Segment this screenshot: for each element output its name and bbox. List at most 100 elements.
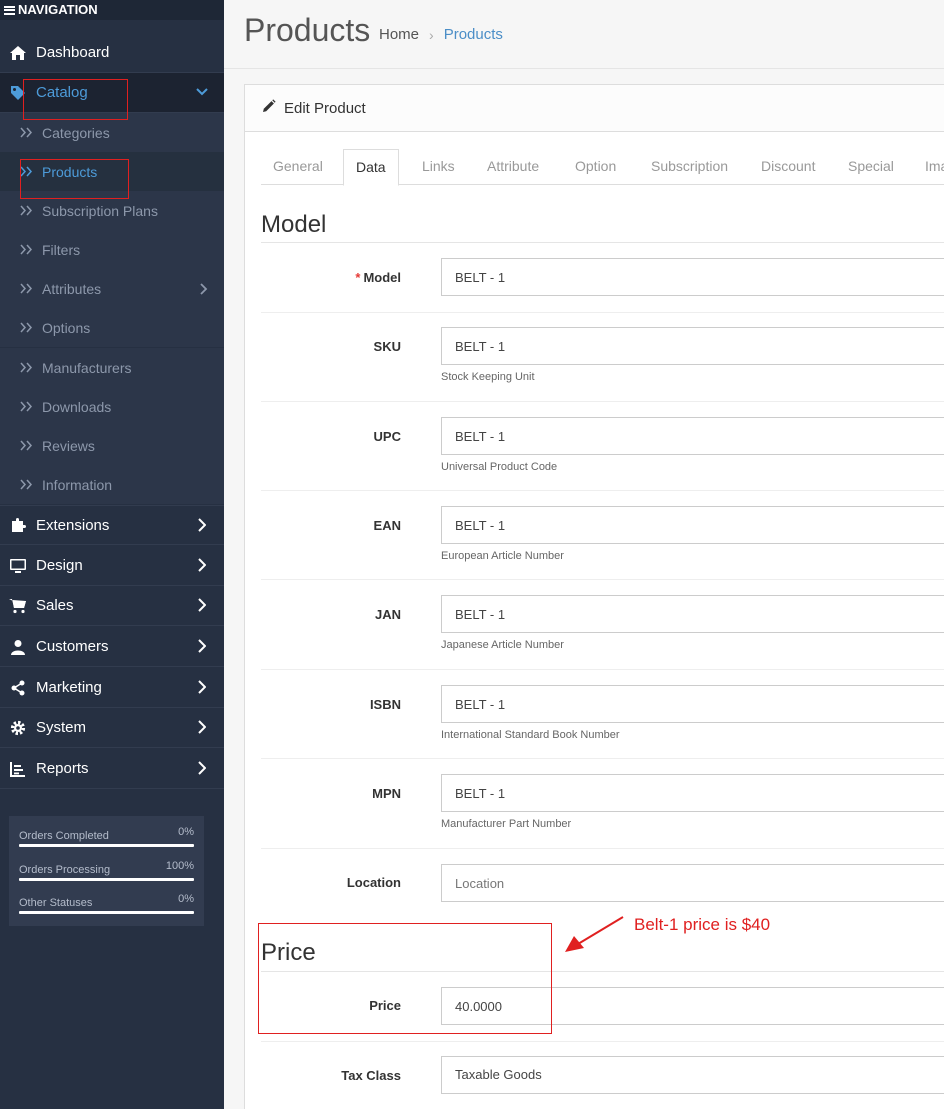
sidebar-subitem-options[interactable]: Options xyxy=(0,308,224,347)
ean-help-text: European Article Number xyxy=(441,550,564,562)
chevron-right-icon xyxy=(198,639,207,657)
sidebar-item-dashboard[interactable]: Dashboard xyxy=(0,33,224,73)
tab-discount[interactable]: Discount xyxy=(749,149,827,185)
divider xyxy=(224,68,944,69)
tab-data[interactable]: Data xyxy=(343,149,399,186)
breadcrumb-separator-icon: › xyxy=(429,26,434,43)
sidebar-subitem-filters[interactable]: Filters xyxy=(0,230,224,269)
double-chevron-right-icon xyxy=(20,244,34,255)
sku-input[interactable] xyxy=(441,327,944,365)
sidebar-item-sales[interactable]: Sales xyxy=(0,586,224,626)
chevron-right-icon xyxy=(198,680,207,698)
divider xyxy=(261,758,944,759)
stat-orders-completed: Orders Completed 0% xyxy=(19,826,194,847)
mpn-input[interactable] xyxy=(441,774,944,812)
sidebar-item-marketing[interactable]: Marketing xyxy=(0,668,224,708)
sidebar-subitem-label: Categories xyxy=(42,124,110,141)
tab-subscription[interactable]: Subscription xyxy=(639,149,740,185)
double-chevron-right-icon xyxy=(20,205,34,216)
location-input[interactable] xyxy=(441,864,944,902)
sidebar-subitem-label: Options xyxy=(42,319,91,336)
sidebar-subitem-attributes[interactable]: Attributes xyxy=(0,269,224,308)
divider xyxy=(261,312,944,313)
gear-icon xyxy=(8,719,28,737)
tab-general[interactable]: General xyxy=(261,149,335,185)
card-header: Edit Product xyxy=(245,85,944,132)
chevron-down-icon xyxy=(196,85,208,102)
sku-help-text: Stock Keeping Unit xyxy=(441,371,535,383)
sidebar-item-customers[interactable]: Customers xyxy=(0,627,224,667)
tax-class-label: Tax Class xyxy=(341,1068,401,1083)
annotation-note: Belt-1 price is $40 xyxy=(634,915,771,934)
model-label: * Model xyxy=(355,270,401,285)
hamburger-icon[interactable] xyxy=(4,5,15,15)
sidebar-item-reports[interactable]: Reports xyxy=(0,749,224,789)
sidebar-item-extensions[interactable]: Extensions xyxy=(0,505,224,545)
chevron-right-icon xyxy=(198,720,207,738)
sidebar-subitem-label: Information xyxy=(42,476,113,493)
sidebar-item-label: System xyxy=(36,719,87,736)
isbn-input[interactable] xyxy=(441,685,944,723)
double-chevron-right-icon xyxy=(20,322,34,333)
jan-input[interactable] xyxy=(441,595,944,633)
divider xyxy=(261,490,944,491)
ean-input[interactable] xyxy=(441,506,944,544)
sidebar-item-label: Dashboard xyxy=(36,44,110,61)
tab-bar: General Data Links Attribute Option Subs… xyxy=(261,149,944,186)
highlight-box-catalog xyxy=(23,79,128,120)
section-title-model: Model xyxy=(261,211,327,238)
sidebar-subitem-label: Attributes xyxy=(42,280,102,297)
breadcrumb-home[interactable]: Home xyxy=(379,26,419,43)
chevron-right-icon xyxy=(198,598,207,616)
sidebar-item-system[interactable]: System xyxy=(0,708,224,748)
nav-header[interactable]: NAVIGATION xyxy=(0,0,224,20)
double-chevron-right-icon xyxy=(20,440,34,451)
stat-label: Orders Completed xyxy=(19,830,109,842)
tab-links[interactable]: Links xyxy=(410,149,467,185)
tab-option[interactable]: Option xyxy=(563,149,628,185)
sidebar-subitem-information[interactable]: Information xyxy=(0,465,224,504)
divider xyxy=(261,242,944,243)
isbn-help-text: International Standard Book Number xyxy=(441,729,620,741)
double-chevron-right-icon xyxy=(20,283,34,294)
tab-special[interactable]: Special xyxy=(836,149,906,185)
sidebar-subitem-manufacturers[interactable]: Manufacturers xyxy=(0,348,224,387)
stat-percent: 0% xyxy=(178,826,194,838)
monitor-icon xyxy=(8,557,28,575)
breadcrumb: Home › Products xyxy=(379,26,503,43)
sidebar-subitem-reviews[interactable]: Reviews xyxy=(0,426,224,465)
sidebar-item-design[interactable]: Design xyxy=(0,546,224,586)
double-chevron-right-icon xyxy=(20,127,34,138)
upc-label: UPC xyxy=(373,429,401,444)
stat-percent: 0% xyxy=(178,893,194,905)
tax-class-select[interactable]: Taxable Goods xyxy=(441,1056,944,1094)
chevron-right-icon xyxy=(198,558,207,576)
isbn-label: ISBN xyxy=(369,697,401,712)
sidebar-item-label: Design xyxy=(36,557,83,574)
model-input[interactable] xyxy=(441,258,944,296)
tab-attribute[interactable]: Attribute xyxy=(475,149,551,185)
sidebar-subitem-label: Downloads xyxy=(42,398,112,415)
tab-image[interactable]: Ima xyxy=(913,149,944,185)
breadcrumb-products[interactable]: Products xyxy=(444,26,503,43)
nav-header-label: NAVIGATION xyxy=(18,2,98,17)
location-label: Location xyxy=(346,875,401,890)
stat-progress-bar xyxy=(19,911,194,914)
sidebar-subitem-label: Filters xyxy=(42,241,81,258)
shopping-cart-icon xyxy=(8,597,28,615)
sidebar-subitem-label: Reviews xyxy=(42,437,95,454)
pencil-icon xyxy=(261,98,276,118)
divider xyxy=(261,579,944,580)
stat-label: Other Statuses xyxy=(19,897,93,909)
chevron-right-icon xyxy=(200,282,208,298)
puzzle-icon xyxy=(8,516,28,534)
chevron-right-icon xyxy=(198,518,207,536)
sidebar-item-label: Reports xyxy=(36,760,89,777)
divider xyxy=(261,669,944,670)
sidebar-item-label: Marketing xyxy=(36,679,102,696)
divider xyxy=(261,848,944,849)
divider xyxy=(261,1041,944,1042)
sidebar-subitem-downloads[interactable]: Downloads xyxy=(0,387,224,426)
highlight-box-products xyxy=(20,159,129,199)
upc-input[interactable] xyxy=(441,417,944,455)
